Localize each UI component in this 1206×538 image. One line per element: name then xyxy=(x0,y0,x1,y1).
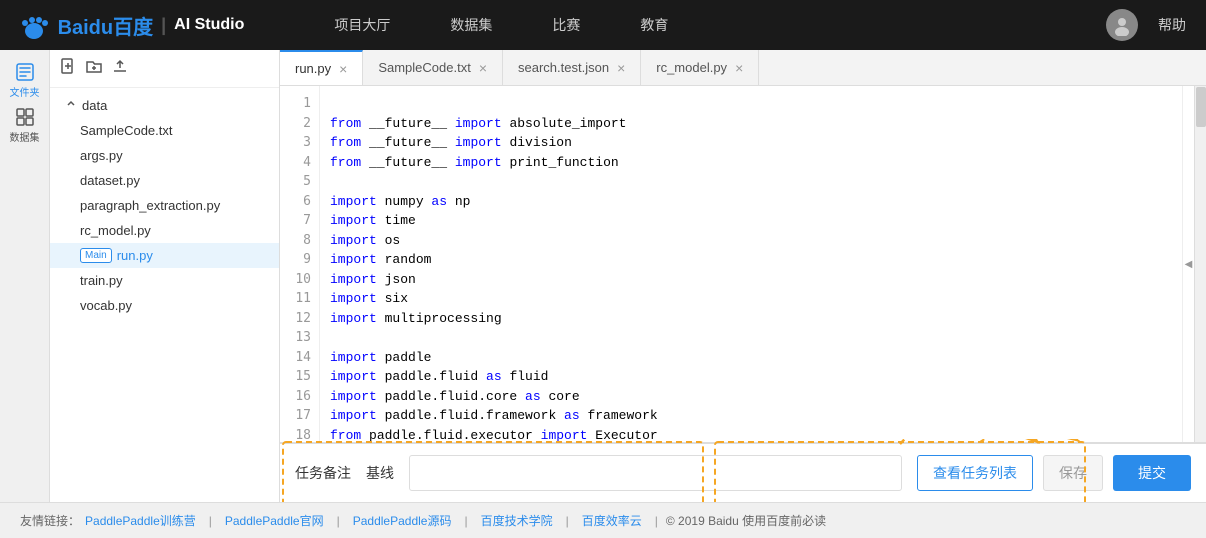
file-paragraph[interactable]: paragraph_extraction.py xyxy=(50,193,279,218)
file-SampleCode[interactable]: SampleCode.txt xyxy=(50,118,279,143)
main-badge: Main xyxy=(80,248,112,263)
file-vocab[interactable]: vocab.py xyxy=(50,293,279,318)
file-tree-toolbar xyxy=(50,50,279,88)
header: Baidu百度 | AI Studio 项目大厅 数据集 比赛 教育 帮助 xyxy=(0,0,1206,50)
new-file-icon[interactable] xyxy=(60,58,76,79)
editor-area: run.py × SampleCode.txt × search.test.js… xyxy=(280,50,1206,502)
upload-icon[interactable] xyxy=(112,58,128,79)
tab-bar: run.py × SampleCode.txt × search.test.js… xyxy=(280,50,1206,86)
help-link[interactable]: 帮助 xyxy=(1158,15,1186,35)
nav-item-datasets[interactable]: 数据集 xyxy=(420,0,522,50)
logo: Baidu百度 | AI Studio xyxy=(20,11,244,40)
view-task-button[interactable]: 查看任务列表 xyxy=(917,455,1033,491)
tab-label: search.test.json xyxy=(518,60,609,75)
tab-close-searchtest[interactable]: × xyxy=(617,61,625,75)
new-folder-icon[interactable] xyxy=(86,58,102,79)
nav-item-projects[interactable]: 项目大厅 xyxy=(304,0,420,50)
tab-samplecode[interactable]: SampleCode.txt × xyxy=(363,50,503,85)
file-name: args.py xyxy=(80,148,123,163)
file-name: run.py xyxy=(117,248,153,263)
tab-label: run.py xyxy=(295,61,331,76)
submit-button[interactable]: 提交 xyxy=(1113,455,1191,491)
main-content: 文件夹 数据集 xyxy=(0,50,1206,502)
line-numbers: 1 2 3 4 5 6 7 8 9 10 11 12 13 14 15 16 1… xyxy=(280,86,320,442)
tab-search-test[interactable]: search.test.json × xyxy=(503,50,641,85)
footer-link-paddlesource[interactable]: PaddlePaddle源码 xyxy=(353,512,452,529)
folder-data[interactable]: data xyxy=(50,93,279,118)
file-icon-label: 文件夹 xyxy=(10,84,40,99)
file-run[interactable]: Main run.py xyxy=(50,243,279,268)
file-name: vocab.py xyxy=(80,298,132,313)
tab-label: rc_model.py xyxy=(656,60,727,75)
footer-link-paddleofficial[interactable]: PaddlePaddle官网 xyxy=(225,512,324,529)
file-train[interactable]: train.py xyxy=(50,268,279,293)
tab-close-samplecode[interactable]: × xyxy=(479,61,487,75)
footer-prefix: 友情链接： xyxy=(20,512,80,529)
nav-item-competition[interactable]: 比赛 xyxy=(522,0,610,50)
tab-run-py[interactable]: run.py × xyxy=(280,50,363,85)
code-editor: 1 2 3 4 5 6 7 8 9 10 11 12 13 14 15 16 1… xyxy=(280,86,1206,442)
tab-close-run[interactable]: × xyxy=(339,62,347,76)
file-tree-content: data SampleCode.txt args.py dataset.py p… xyxy=(50,88,279,502)
tab-label: SampleCode.txt xyxy=(378,60,471,75)
folder-name: data xyxy=(82,98,107,113)
file-name: SampleCode.txt xyxy=(80,123,173,138)
dataset-icon-label: 数据集 xyxy=(10,129,40,144)
scrollbar-thumb[interactable] xyxy=(1196,87,1206,127)
sidebar-icons: 文件夹 数据集 xyxy=(0,50,50,502)
footer: 友情链接： PaddlePaddle训练营 | PaddlePaddle官网 |… xyxy=(0,502,1206,538)
task-label: 任务备注 xyxy=(295,463,351,483)
file-name: train.py xyxy=(80,273,123,288)
sidebar-dataset-icon[interactable]: 数据集 xyxy=(5,105,45,145)
file-name: paragraph_extraction.py xyxy=(80,198,220,213)
save-button[interactable]: 保存 xyxy=(1043,455,1103,491)
bottom-panel: 任务备注 基线 查看任务列表 保存 提交 xyxy=(280,442,1206,502)
task-input[interactable] xyxy=(409,455,902,491)
footer-link-baiduai[interactable]: 百度技术学院 xyxy=(481,512,553,529)
tab-close-rcmodel[interactable]: × xyxy=(735,61,743,75)
scrollbar[interactable] xyxy=(1194,86,1206,442)
nav: 项目大厅 数据集 比赛 教育 xyxy=(304,0,1106,50)
tab-rcmodel[interactable]: rc_model.py × xyxy=(641,50,759,85)
file-tree: data SampleCode.txt args.py dataset.py p… xyxy=(50,50,280,502)
baseline-label: 基线 xyxy=(366,463,394,483)
file-name: rc_model.py xyxy=(80,223,151,238)
footer-copyright: © 2019 Baidu 使用百度前必读 xyxy=(666,512,826,529)
code-content[interactable]: from __future__ import absolute_import f… xyxy=(320,86,1182,442)
bottom-right-buttons: 查看任务列表 保存 提交 xyxy=(917,455,1191,491)
sidebar-file-icon[interactable]: 文件夹 xyxy=(5,60,45,100)
footer-link-paddlecamp[interactable]: PaddlePaddle训练营 xyxy=(85,512,196,529)
file-args[interactable]: args.py xyxy=(50,143,279,168)
footer-link-baiduefficiency[interactable]: 百度效率云 xyxy=(582,512,642,529)
header-right: 帮助 xyxy=(1106,9,1186,41)
file-rcmodel[interactable]: rc_model.py xyxy=(50,218,279,243)
file-name: dataset.py xyxy=(80,173,140,188)
nav-item-education[interactable]: 教育 xyxy=(610,0,698,50)
avatar[interactable] xyxy=(1106,9,1138,41)
file-dataset[interactable]: dataset.py xyxy=(50,168,279,193)
tab-spacer xyxy=(759,50,1206,85)
collapse-arrow[interactable]: ◀ xyxy=(1182,86,1194,442)
baidu-logo: Baidu百度 xyxy=(20,11,153,40)
